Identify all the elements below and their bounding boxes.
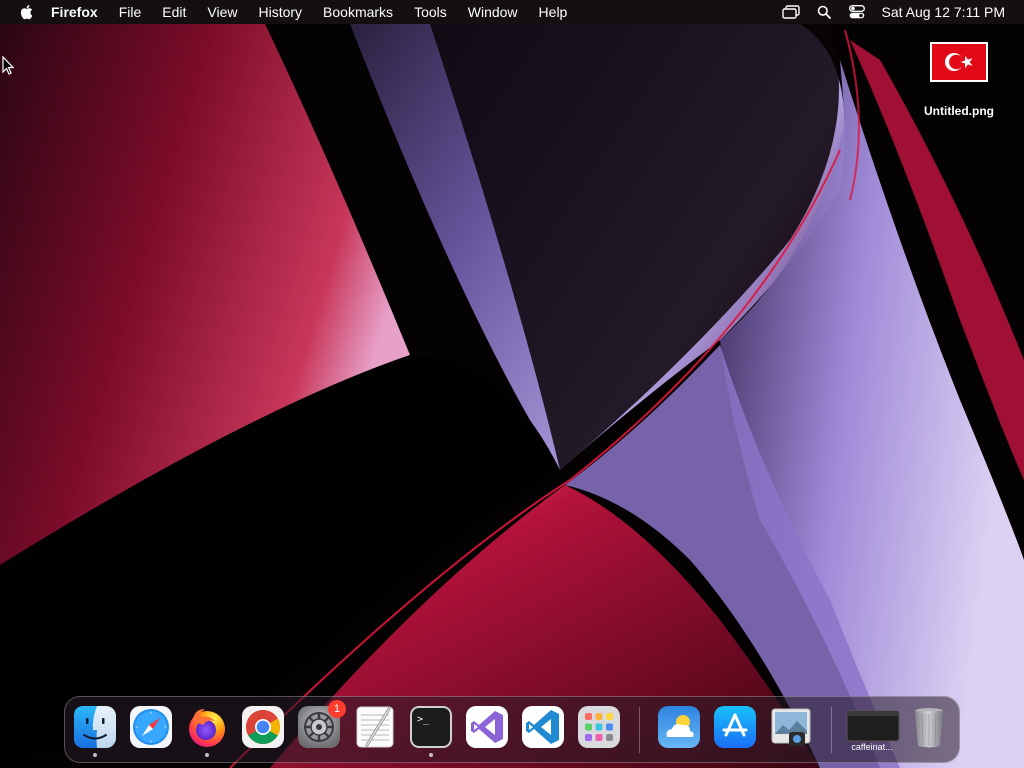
apple-logo-icon[interactable] xyxy=(18,4,34,21)
dock-app-textedit[interactable] xyxy=(353,705,397,749)
desktop: Firefox File Edit View History Bookmarks… xyxy=(0,0,1024,768)
finder-icon xyxy=(74,706,116,748)
launchpad-icon xyxy=(578,706,620,748)
app-store-icon xyxy=(714,706,756,748)
safari-icon xyxy=(130,706,172,748)
dock-app-finder[interactable] xyxy=(73,705,117,757)
file-thumbnail xyxy=(930,42,988,82)
dock-separator xyxy=(831,707,832,753)
dock-app-visual-studio[interactable] xyxy=(465,705,509,749)
menu-window[interactable]: Window xyxy=(468,0,518,24)
menu-bookmarks[interactable]: Bookmarks xyxy=(323,0,393,24)
dock-app-terminal[interactable]: >_ xyxy=(409,705,453,757)
textedit-icon xyxy=(356,706,394,748)
desktop-file-untitled-png[interactable]: Untitled.png xyxy=(912,42,1006,118)
dock-separator xyxy=(639,707,640,753)
menu-bar: Firefox File Edit View History Bookmarks… xyxy=(0,0,1024,24)
menu-file[interactable]: File xyxy=(119,0,142,24)
menu-edit[interactable]: Edit xyxy=(162,0,186,24)
mouse-cursor-icon xyxy=(2,56,15,75)
dock-app-app-store[interactable] xyxy=(713,705,757,749)
dock-app-chrome[interactable] xyxy=(241,705,285,749)
weather-icon xyxy=(658,706,700,748)
svg-text:>_: >_ xyxy=(417,714,430,725)
menu-app-firefox[interactable]: Firefox xyxy=(51,0,98,24)
dock-app-preview[interactable] xyxy=(769,705,813,749)
menu-view[interactable]: View xyxy=(207,0,237,24)
menu-history[interactable]: History xyxy=(258,0,302,24)
minimized-window-label: caffeinat... xyxy=(851,742,893,752)
dock-trash[interactable] xyxy=(907,705,951,749)
visual-studio-icon xyxy=(466,706,508,748)
running-indicator xyxy=(93,753,97,757)
vscode-icon xyxy=(522,706,564,748)
dock-app-vscode[interactable] xyxy=(521,705,565,749)
dock-minimized-window[interactable]: caffeinat... xyxy=(845,705,901,752)
dock-app-system-settings[interactable]: 1 xyxy=(297,700,346,749)
firefox-icon xyxy=(189,709,225,747)
spotlight-search-icon[interactable] xyxy=(813,0,835,24)
trash-icon xyxy=(915,708,943,748)
turkish-flag-icon xyxy=(932,44,986,80)
file-name-label: Untitled.png xyxy=(924,104,994,118)
dock: 1 >_ caffeinat... xyxy=(64,696,960,763)
running-indicator xyxy=(429,753,433,757)
dock-app-safari[interactable] xyxy=(129,705,173,749)
screen-mirroring-icon[interactable] xyxy=(780,0,802,24)
menu-help[interactable]: Help xyxy=(539,0,568,24)
menu-bar-clock[interactable]: Sat Aug 12 7:11 PM xyxy=(882,4,1006,20)
running-indicator xyxy=(205,753,209,757)
wallpaper xyxy=(0,0,1024,768)
terminal-icon: >_ xyxy=(410,706,452,748)
notification-badge: 1 xyxy=(328,700,346,718)
menu-bar-status-area: Sat Aug 12 7:11 PM xyxy=(780,0,1024,24)
chrome-icon xyxy=(242,706,284,748)
dock-app-launchpad[interactable] xyxy=(577,705,621,749)
dock-app-weather[interactable] xyxy=(657,705,701,749)
menu-tools[interactable]: Tools xyxy=(414,0,447,24)
preview-icon xyxy=(771,708,811,746)
control-center-icon[interactable] xyxy=(846,0,868,24)
dock-app-firefox[interactable] xyxy=(185,705,229,757)
